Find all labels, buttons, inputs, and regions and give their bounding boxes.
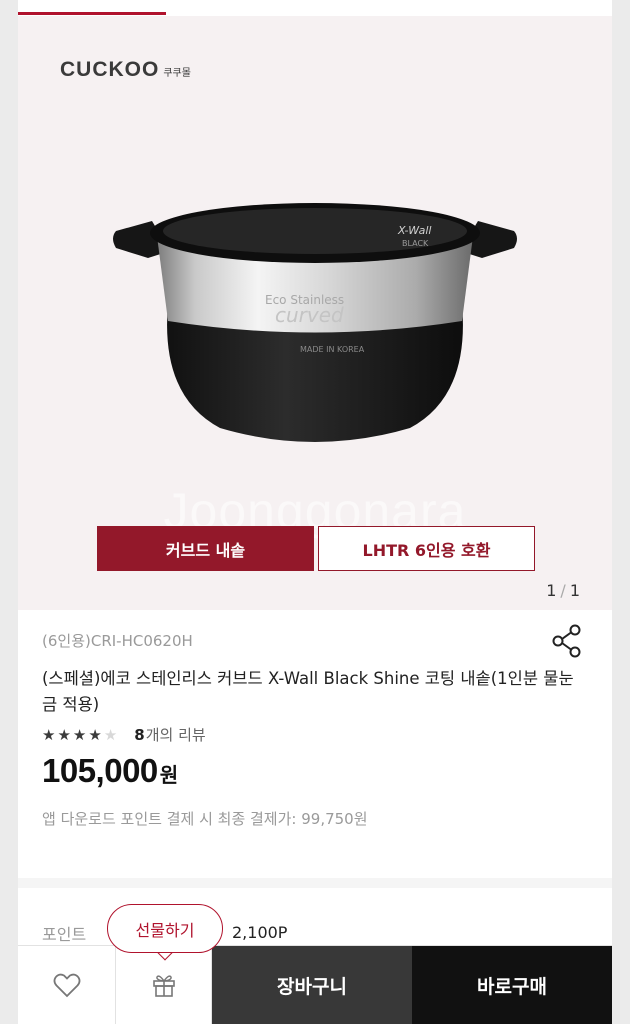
price-unit: 원 [159, 763, 179, 787]
product-image-gallery[interactable]: CUCKOO 쿠쿠몰 Eco Stainless curved MADE IN … [18, 16, 612, 610]
heart-icon [53, 973, 80, 997]
buy-now-button[interactable]: 바로구매 [412, 946, 612, 1024]
review-count-link[interactable]: 8개의 리뷰 [134, 724, 205, 745]
image-counter: 1/1 [546, 581, 580, 600]
star-icon: ★ [72, 725, 87, 744]
inner-pot-image: Eco Stainless curved MADE IN KOREA X-Wal… [113, 203, 517, 442]
app-price-note: 앱 다운로드 포인트 결제 시 최종 결제가: 99,750원 [42, 810, 368, 828]
points-value: 2,100P [232, 923, 288, 942]
gallery-progress [18, 12, 166, 15]
feature-tag-curved: 커브드 내솥 [97, 526, 314, 571]
star-icon: ★ [57, 725, 71, 744]
svg-text:BLACK: BLACK [402, 239, 429, 248]
svg-text:curved: curved [275, 303, 344, 327]
review-suffix: 개의 리뷰 [145, 726, 206, 744]
svg-text:X-Wall: X-Wall [397, 224, 431, 237]
points-label: 포인트 [42, 925, 87, 944]
star-icon: ★ [103, 725, 118, 744]
bottom-action-bar: 장바구니 바로구매 [18, 945, 612, 1024]
feature-tag-compatible: LHTR 6인용 호환 [318, 526, 535, 571]
gift-tooltip[interactable]: 선물하기 [107, 904, 223, 953]
star-icon: ★ [88, 725, 102, 744]
product-title: (스페셜)에코 스테인리스 커브드 X-Wall Black Shine 코팅 … [42, 669, 574, 714]
product-price: 105,000 원 [42, 752, 178, 790]
wishlist-button[interactable] [18, 946, 116, 1024]
share-icon[interactable] [552, 624, 582, 658]
brand-name-ko: 쿠쿠몰 [163, 68, 191, 79]
product-model: (6인용)CRI-HC0620H [42, 632, 193, 650]
section-divider [18, 878, 612, 888]
add-to-cart-button[interactable]: 장바구니 [212, 946, 412, 1024]
star-icon: ★ [42, 725, 56, 744]
product-detail-page: CUCKOO 쿠쿠몰 Eco Stainless curved MADE IN … [18, 0, 612, 1024]
svg-text:MADE IN KOREA: MADE IN KOREA [300, 345, 365, 354]
image-counter-total: 1 [569, 581, 580, 600]
brand-name: CUCKOO [60, 58, 160, 81]
price-amount: 105,000 [42, 752, 158, 789]
image-counter-separator: / [560, 581, 566, 600]
gift-icon [152, 975, 175, 997]
product-rating[interactable]: ★ ★ ★ ★ ★ 8개의 리뷰 [42, 724, 206, 745]
review-count: 8 [134, 726, 145, 744]
image-counter-current: 1 [546, 581, 557, 600]
brand-logo: CUCKOO 쿠쿠몰 [60, 58, 191, 82]
